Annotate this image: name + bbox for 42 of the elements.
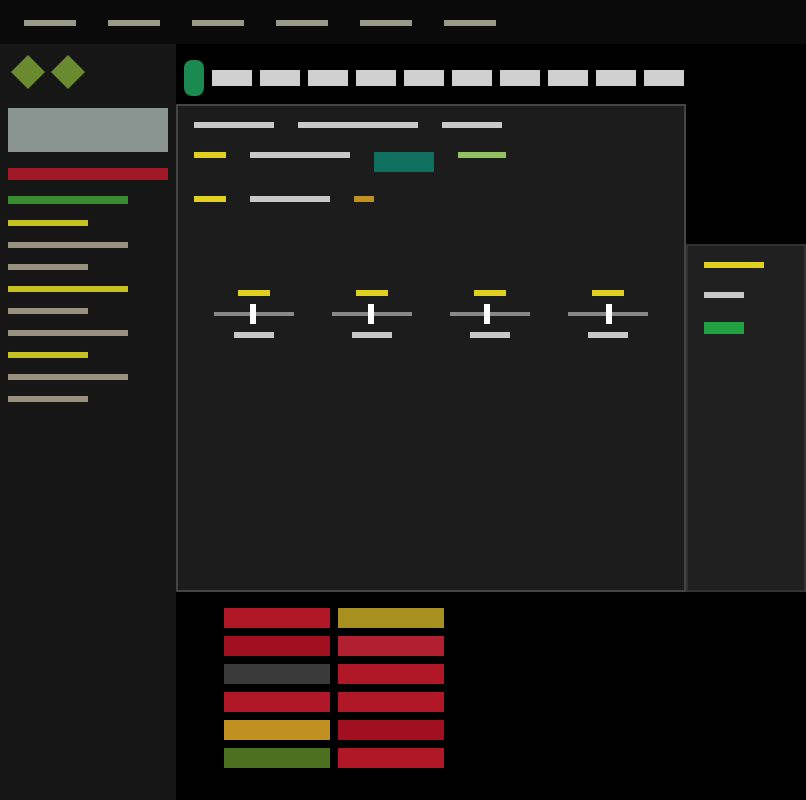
text-smudge xyxy=(8,286,128,292)
text-smudge xyxy=(704,292,744,298)
text-smudge xyxy=(360,19,412,25)
text-smudge xyxy=(8,374,128,380)
text-smudge xyxy=(588,332,629,338)
slider-thumb[interactable] xyxy=(605,304,612,324)
text-smudge xyxy=(250,196,330,202)
slider-thumb[interactable] xyxy=(367,304,374,324)
text-smudge xyxy=(194,196,226,202)
text-smudge xyxy=(351,332,392,338)
text-smudge xyxy=(8,308,88,314)
status-indicator xyxy=(704,322,744,334)
value-field xyxy=(374,152,434,172)
text-smudge xyxy=(276,19,328,25)
text-smudge xyxy=(8,264,88,270)
text-smudge xyxy=(8,352,88,358)
text-smudge xyxy=(298,122,418,128)
toolbar-button[interactable] xyxy=(184,60,204,96)
text-smudge xyxy=(8,330,128,336)
text-smudge xyxy=(354,196,374,202)
meter-bar xyxy=(8,196,128,204)
slider-thumb[interactable] xyxy=(483,304,490,324)
text-smudge xyxy=(8,396,88,402)
text-smudge xyxy=(704,262,764,268)
text-smudge xyxy=(250,152,350,158)
text-smudge xyxy=(194,122,274,128)
slider-thumb[interactable] xyxy=(250,304,257,324)
text-smudge xyxy=(458,152,506,158)
text-smudge xyxy=(474,290,507,296)
text-smudge xyxy=(108,19,160,25)
text-smudge xyxy=(444,19,496,25)
text-smudge xyxy=(592,290,625,296)
text-smudge xyxy=(8,242,128,248)
text-smudge xyxy=(470,332,511,338)
text-smudge xyxy=(442,122,502,128)
text-smudge xyxy=(355,290,388,296)
text-smudge xyxy=(233,332,274,338)
text-smudge xyxy=(194,152,226,158)
text-smudge xyxy=(192,19,244,25)
text-smudge xyxy=(237,290,270,296)
text-smudge xyxy=(24,19,76,25)
text-smudge xyxy=(8,220,88,226)
